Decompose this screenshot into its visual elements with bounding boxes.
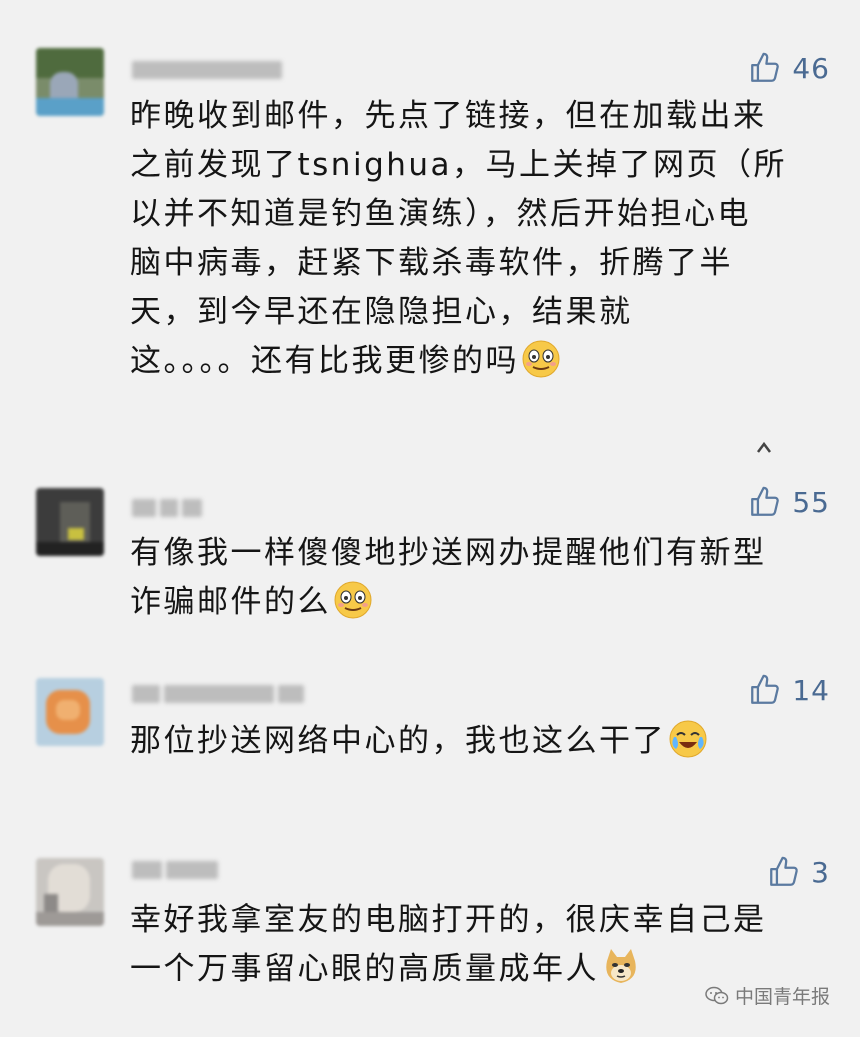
comment-body: 昨晚收到邮件，先点了链接，但在加载出来 之前发现了tsnighua，马上关掉了网… (130, 98, 788, 379)
avatar[interactable] (36, 858, 104, 926)
doge-emoji (606, 949, 636, 983)
avatar[interactable] (36, 48, 104, 116)
username-blurred[interactable] (132, 496, 206, 520)
thumbs-up-icon (770, 856, 798, 886)
more-icon[interactable] (756, 440, 772, 454)
like-count: 14 (792, 673, 830, 707)
comment-text: 昨晚收到邮件，先点了链接，但在加载出来 之前发现了tsnighua，马上关掉了网… (130, 92, 820, 386)
awkward-smile-emoji (334, 581, 372, 619)
wechat-icon (705, 986, 729, 1004)
like-button[interactable]: 3 (767, 852, 830, 892)
crying-laughing-emoji (669, 720, 707, 758)
like-count: 3 (811, 855, 830, 889)
like-button[interactable]: 14 (748, 670, 830, 710)
thumbs-up-icon (751, 486, 780, 516)
comment-body: 幸好我拿室友的电脑打开的，很庆幸自己是 一个万事留心眼的高质量成年人 (130, 902, 767, 987)
username-blurred[interactable] (132, 682, 308, 706)
comment-text: 那位抄送网络中心的，我也这么干了 (130, 717, 820, 766)
comment-text: 有像我一样傻傻地抄送网办提醒他们有新型 诈骗邮件的么 (130, 529, 820, 627)
comment-text: 幸好我拿室友的电脑打开的，很庆幸自己是 一个万事留心眼的高质量成年人 (130, 896, 820, 994)
thumbs-up-icon (751, 674, 780, 704)
like-count: 46 (792, 51, 830, 85)
watermark: 中国青年报 (705, 982, 830, 1009)
like-button[interactable]: 55 (748, 482, 830, 522)
username-blurred[interactable] (132, 858, 222, 882)
comment-body: 那位抄送网络中心的，我也这么干了 (130, 723, 666, 759)
avatar[interactable] (36, 678, 104, 746)
awkward-smile-emoji (522, 340, 560, 378)
like-count: 55 (792, 485, 830, 519)
watermark-label: 中国青年报 (734, 986, 830, 1008)
comment-body: 有像我一样傻傻地抄送网办提醒他们有新型 诈骗邮件的么 (130, 535, 767, 620)
username-blurred[interactable] (132, 58, 286, 82)
like-button[interactable]: 46 (748, 48, 830, 88)
avatar[interactable] (36, 488, 104, 556)
thumbs-up-icon (751, 52, 780, 82)
